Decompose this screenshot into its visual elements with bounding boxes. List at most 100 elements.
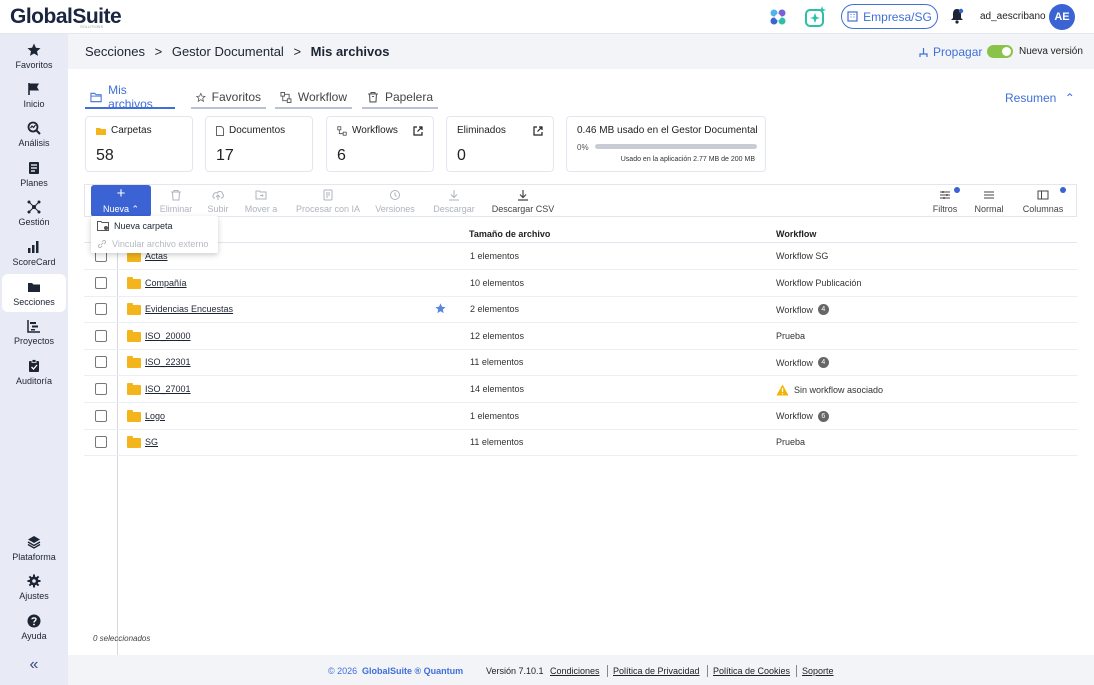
sidebar-item-inicio[interactable]: Inicio	[2, 76, 66, 114]
descargar-csv-button[interactable]: Descargar CSV	[488, 185, 558, 218]
sidebar-item-plataforma[interactable]: Plataforma	[2, 529, 66, 567]
folder-outline-icon	[90, 92, 102, 102]
menu-item-nueva-carpeta[interactable]: Nueva carpeta	[97, 221, 173, 231]
footer-link-privacidad[interactable]: Política de Privacidad	[613, 666, 700, 676]
folder-name-link[interactable]: Logo	[145, 411, 165, 421]
table-row[interactable]: SG 11 elementos Prueba	[84, 429, 1077, 457]
workflow-cell: Workflow 4	[776, 357, 829, 369]
cloud-upload-icon	[212, 190, 224, 200]
filter-active-indicator	[954, 187, 960, 193]
sidebar-item-gestion[interactable]: Gestión	[2, 194, 66, 232]
workflows-card[interactable]: Workflows 6	[326, 116, 434, 172]
table-row[interactable]: Compañía 10 elementos Workflow Publicación	[84, 270, 1077, 297]
favorite-star-icon[interactable]	[435, 303, 446, 314]
table-row[interactable]: Evidencias Encuestas 2 elementos Workflow 4	[84, 296, 1077, 324]
main-panel: Mis archivos Favoritos Workflow Papelera…	[68, 69, 1094, 657]
folder-name-link[interactable]: ISO_27001	[145, 384, 191, 394]
normal-label: Normal	[974, 204, 1004, 214]
star-icon	[27, 43, 41, 56]
external-link-icon[interactable]	[413, 126, 423, 136]
footer-brand[interactable]: GlobalSuite ® Quantum	[362, 666, 463, 676]
sidebar-item-favoritos[interactable]: Favoritos	[2, 37, 66, 75]
file-size-cell: 1 elementos	[470, 251, 520, 261]
column-header-workflow[interactable]: Workflow	[776, 229, 816, 239]
folder-name-link[interactable]: ISO_20000	[145, 331, 191, 341]
descargar-button[interactable]: Descargar	[430, 185, 478, 218]
sidebar-collapse-button[interactable]: «	[2, 654, 66, 676]
sidebar-item-planes[interactable]: Planes	[2, 155, 66, 193]
carpetas-card: Carpetas 58	[85, 116, 193, 172]
move-folder-icon	[255, 190, 267, 200]
mover-button[interactable]: Mover a	[241, 185, 281, 218]
table-row[interactable]: ISO_22301 11 elementos Workflow 4	[84, 349, 1077, 377]
empresa-selector-button[interactable]: Empresa/SG	[841, 4, 938, 29]
row-checkbox[interactable]	[95, 383, 107, 395]
usage-note: Usado en la aplicación 2.77 MB de 200 MB	[620, 156, 755, 163]
menu-item-label: Nueva carpeta	[114, 221, 173, 231]
user-avatar[interactable]: AE	[1049, 4, 1075, 30]
breadcrumb-gestor-documental[interactable]: Gestor Documental	[172, 44, 284, 59]
sidebar-item-scorecard[interactable]: ScoreCard	[2, 234, 66, 272]
audit-icon	[29, 358, 39, 372]
workflow-name: Prueba	[776, 330, 806, 341]
row-checkbox[interactable]	[95, 329, 107, 342]
empresa-label: Empresa/SG	[863, 9, 932, 24]
footer-link-soporte[interactable]: Soporte	[802, 666, 834, 676]
ai-assistant-icon[interactable]	[803, 4, 829, 30]
notifications-bell-icon[interactable]	[950, 8, 964, 24]
descargar-csv-label: Descargar CSV	[491, 204, 555, 214]
row-checkbox[interactable]	[95, 303, 107, 316]
file-size-cell: 1 elementos	[470, 410, 520, 421]
workflow-name: Workflow	[776, 304, 813, 315]
resumen-toggle[interactable]: Resumen ⌃	[1005, 91, 1075, 105]
usage-percent: 0%	[577, 143, 589, 152]
tab-mis-archivos[interactable]: Mis archivos	[85, 83, 175, 111]
folder-name-link[interactable]: Evidencias Encuestas	[145, 304, 233, 314]
external-link-icon[interactable]	[533, 126, 543, 136]
propagar-button[interactable]: Propagar	[918, 45, 982, 59]
table-row[interactable]: Actas 1 elementos Workflow SG	[84, 243, 1077, 270]
procesar-ia-button[interactable]: Procesar con IA	[291, 185, 365, 218]
subir-button[interactable]: Subir	[202, 185, 234, 218]
sidebar-label: Inicio	[23, 98, 45, 109]
column-header-size[interactable]: Tamaño de archivo	[469, 229, 550, 239]
tab-workflow[interactable]: Workflow	[275, 87, 352, 109]
nueva-button[interactable]: + Nueva ⌃	[91, 185, 151, 217]
globalsuite-ai-icon[interactable]	[765, 4, 791, 30]
eliminados-card[interactable]: Eliminados 0	[446, 116, 554, 172]
table-row[interactable]: ISO_20000 12 elementos Prueba	[84, 323, 1077, 350]
sidebar-item-ayuda[interactable]: Ayuda	[2, 608, 66, 646]
folder-icon	[127, 329, 141, 342]
eliminar-button[interactable]: Eliminar	[157, 185, 195, 218]
sidebar-item-proyectos[interactable]: Proyectos	[2, 313, 66, 351]
table-row[interactable]: Logo 1 elementos Workflow 6	[84, 403, 1077, 430]
tab-papelera[interactable]: Papelera	[362, 87, 438, 109]
menu-item-vincular-archivo[interactable]: Vincular archivo externo	[97, 239, 208, 249]
sidebar-item-secciones[interactable]: Secciones	[2, 274, 66, 312]
breadcrumb: Secciones > Gestor Documental > Mis arch…	[85, 44, 389, 59]
footer-link-cookies[interactable]: Política de Cookies	[713, 666, 790, 676]
row-checkbox[interactable]	[95, 356, 107, 369]
sidebar-item-auditoria[interactable]: Auditoría	[2, 353, 66, 391]
folder-name-link[interactable]: ISO_22301	[145, 357, 191, 367]
row-checkbox[interactable]	[95, 276, 107, 289]
footer-divider	[607, 665, 608, 677]
versiones-label: Versiones	[375, 204, 415, 214]
footer-link-condiciones[interactable]: Condiciones	[550, 666, 600, 676]
density-normal-button[interactable]: Normal	[969, 185, 1009, 218]
workflow-name: Workflow Publicación	[776, 277, 862, 288]
sidebar-item-ajustes[interactable]: Ajustes	[2, 568, 66, 606]
trash-icon	[171, 190, 181, 201]
sidebar-label: Secciones	[13, 296, 55, 307]
table-row[interactable]: ISO_27001 14 elementos Sin workflow asocia…	[84, 376, 1077, 403]
folder-name-link[interactable]: Compañía	[145, 278, 187, 288]
folder-name-link[interactable]: SG	[145, 437, 158, 447]
breadcrumb-secciones[interactable]: Secciones	[85, 44, 145, 59]
sidebar-item-analisis[interactable]: Análisis	[2, 115, 66, 153]
row-checkbox[interactable]	[95, 409, 107, 422]
row-checkbox[interactable]	[95, 436, 107, 449]
versiones-button[interactable]: Versiones	[373, 185, 417, 218]
nueva-version-toggle[interactable]	[987, 45, 1013, 58]
tab-favoritos[interactable]: Favoritos	[191, 87, 266, 109]
app-logo[interactable]: GlobalSuite	[10, 5, 122, 29]
